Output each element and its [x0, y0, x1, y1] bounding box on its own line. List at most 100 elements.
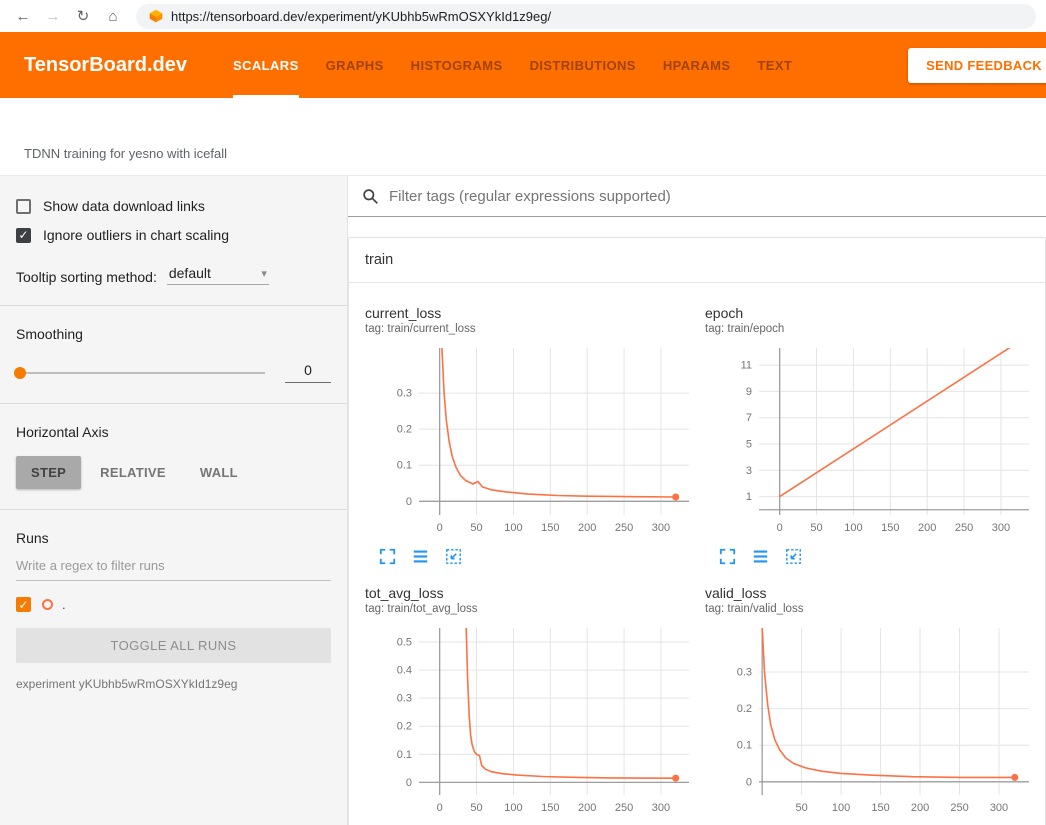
svg-text:250: 250 — [615, 802, 633, 814]
fit-domain-icon[interactable] — [785, 548, 802, 565]
full-size-icon[interactable] — [752, 548, 769, 565]
tab-text[interactable]: TEXT — [757, 32, 792, 98]
tensorboard-favicon — [149, 9, 163, 23]
runs-filter-input[interactable] — [16, 552, 331, 581]
chart-valid_loss: valid_losstag: train/valid_loss501001502… — [705, 585, 1045, 825]
show-download-label: Show data download links — [43, 198, 205, 214]
svg-text:5: 5 — [746, 438, 752, 450]
run-row[interactable]: . — [16, 597, 331, 612]
back-icon[interactable]: ← — [10, 3, 36, 29]
slider-thumb[interactable] — [14, 367, 26, 379]
tab-graphs[interactable]: GRAPHS — [326, 32, 384, 98]
experiment-title: TDNN training for yesno with icefall — [0, 98, 1046, 176]
train-card: train current_losstag: train/current_los… — [348, 237, 1046, 825]
divider — [0, 509, 347, 510]
content: Show data download links Ignore outliers… — [0, 176, 1046, 825]
brand-title[interactable]: TensorBoard.dev — [24, 54, 187, 77]
tag-filter-input[interactable] — [389, 188, 1046, 205]
browser-toolbar: ← → ↻ ⌂ https://tensorboard.dev/experime… — [0, 0, 1046, 32]
horizontal-axis-label: Horizontal Axis — [16, 424, 331, 440]
chart-toolbar — [705, 548, 1045, 565]
svg-text:250: 250 — [950, 802, 968, 814]
tab-scalars[interactable]: SCALARS — [233, 32, 299, 98]
svg-text:300: 300 — [992, 522, 1010, 534]
home-icon[interactable]: ⌂ — [100, 3, 126, 29]
chart-canvas[interactable]: 5010015020025030000.10.20.3 — [705, 623, 1037, 819]
ignore-outliers-checkbox[interactable] — [16, 228, 31, 243]
ignore-outliers-row[interactable]: Ignore outliers in chart scaling — [16, 227, 331, 243]
fit-domain-icon[interactable] — [445, 548, 462, 565]
svg-text:200: 200 — [918, 522, 936, 534]
svg-text:250: 250 — [955, 522, 973, 534]
svg-text:300: 300 — [652, 802, 670, 814]
reload-icon[interactable]: ↻ — [70, 3, 96, 29]
chart-canvas[interactable]: 0501001502002503001357911 — [705, 343, 1037, 539]
svg-text:0: 0 — [777, 522, 783, 534]
train-section-title[interactable]: train — [349, 238, 1045, 283]
toggle-all-runs-button[interactable]: TOGGLE ALL RUNS — [16, 628, 331, 663]
axis-relative-button[interactable]: RELATIVE — [85, 456, 181, 489]
svg-text:250: 250 — [615, 522, 633, 534]
tooltip-sorting-select[interactable]: default ▾ — [167, 265, 269, 285]
address-bar[interactable]: https://tensorboard.dev/experiment/yKUbh… — [136, 4, 1036, 29]
tooltip-sorting-row: Tooltip sorting method: default ▾ — [16, 265, 331, 285]
chart-tag: tag: train/valid_loss — [705, 603, 1045, 615]
main-panel: train current_losstag: train/current_los… — [348, 176, 1046, 825]
chevron-down-icon: ▾ — [261, 267, 267, 280]
tag-filter-row[interactable] — [348, 176, 1046, 217]
tab-histograms[interactable]: HISTOGRAMS — [411, 32, 503, 98]
expand-chart-icon[interactable] — [379, 548, 396, 565]
svg-text:150: 150 — [541, 802, 559, 814]
svg-text:0.1: 0.1 — [397, 460, 412, 472]
svg-text:50: 50 — [470, 802, 482, 814]
expand-chart-icon[interactable] — [719, 548, 736, 565]
run-checkbox[interactable] — [16, 597, 31, 612]
url-text: https://tensorboard.dev/experiment/yKUbh… — [171, 9, 551, 24]
show-download-checkbox[interactable] — [16, 199, 31, 214]
chart-title: valid_loss — [705, 585, 1045, 601]
smoothing-value[interactable]: 0 — [285, 362, 331, 383]
axis-wall-button[interactable]: WALL — [185, 456, 253, 489]
tab-hparams[interactable]: HPARAMS — [663, 32, 731, 98]
svg-text:0: 0 — [406, 496, 412, 508]
svg-text:9: 9 — [746, 386, 752, 398]
nav-tabs: SCALARS GRAPHS HISTOGRAMS DISTRIBUTIONS HPAR… — [233, 32, 792, 98]
svg-text:0.3: 0.3 — [397, 388, 412, 400]
chart-toolbar — [365, 548, 705, 565]
tooltip-sorting-value: default — [169, 265, 211, 281]
chart-tag: tag: train/tot_avg_loss — [365, 603, 705, 615]
chart-tag: tag: train/current_loss — [365, 323, 705, 335]
svg-text:11: 11 — [741, 360, 752, 372]
svg-text:100: 100 — [844, 522, 862, 534]
svg-text:0.4: 0.4 — [397, 665, 412, 677]
chart-current_loss: current_losstag: train/current_loss05010… — [365, 305, 705, 565]
chart-canvas[interactable]: 05010015020025030000.10.20.3 — [365, 343, 697, 539]
axis-step-button[interactable]: STEP — [16, 456, 81, 489]
smoothing-slider[interactable] — [16, 372, 265, 374]
chart-canvas[interactable]: 05010015020025030000.10.20.30.40.5 — [365, 623, 697, 819]
forward-icon[interactable]: → — [40, 3, 66, 29]
svg-text:0: 0 — [437, 802, 443, 814]
send-feedback-button[interactable]: SEND FEEDBACK — [908, 48, 1046, 83]
svg-text:300: 300 — [990, 802, 1008, 814]
chart-title: epoch — [705, 305, 1045, 321]
svg-text:7: 7 — [746, 412, 752, 424]
svg-text:50: 50 — [796, 802, 808, 814]
svg-text:0.1: 0.1 — [737, 740, 752, 752]
svg-text:0.1: 0.1 — [397, 749, 412, 761]
run-name: . — [62, 597, 66, 612]
svg-text:50: 50 — [470, 522, 482, 534]
divider — [0, 403, 347, 404]
svg-text:50: 50 — [810, 522, 822, 534]
smoothing-slider-row: 0 — [16, 362, 331, 383]
svg-text:100: 100 — [504, 522, 522, 534]
tab-distributions[interactable]: DISTRIBUTIONS — [530, 32, 636, 98]
svg-text:150: 150 — [871, 802, 889, 814]
svg-text:0.3: 0.3 — [737, 666, 752, 678]
smoothing-label: Smoothing — [16, 326, 331, 342]
svg-text:0: 0 — [437, 522, 443, 534]
show-download-row[interactable]: Show data download links — [16, 198, 331, 214]
full-size-icon[interactable] — [412, 548, 429, 565]
ignore-outliers-label: Ignore outliers in chart scaling — [43, 227, 229, 243]
runs-label: Runs — [16, 530, 331, 546]
